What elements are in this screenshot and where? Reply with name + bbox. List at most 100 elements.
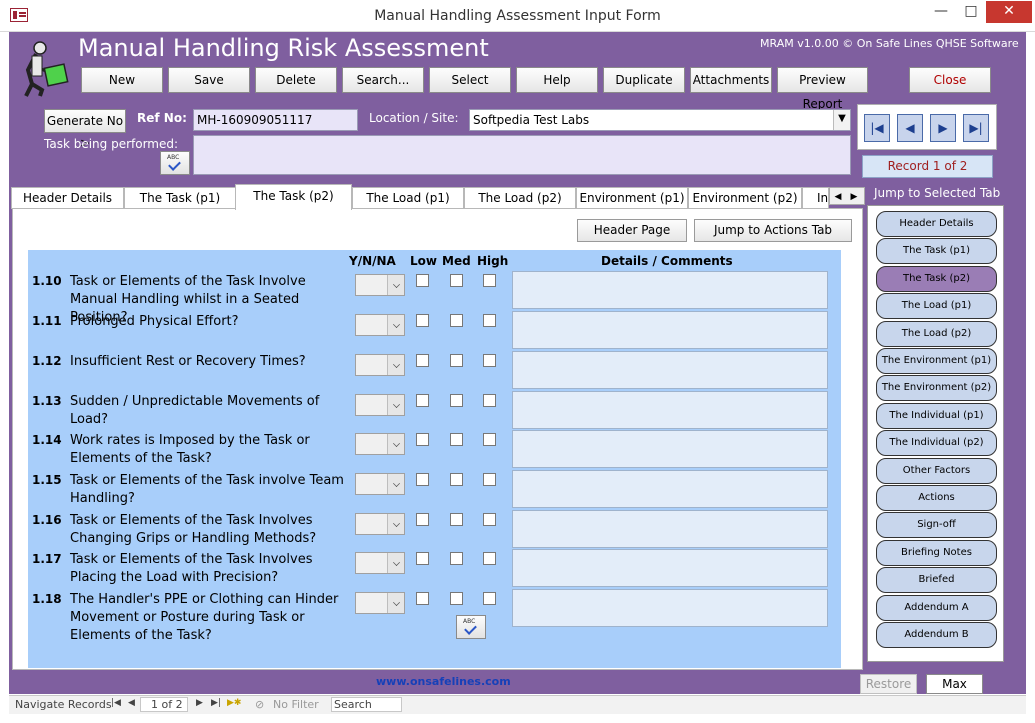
tab-environment-p2[interactable]: Environment (p2) [688, 187, 802, 209]
next-record-nav-icon[interactable]: ▶ [196, 698, 203, 708]
high-checkbox[interactable] [483, 274, 496, 287]
jump-button[interactable]: Other Factors [876, 457, 997, 484]
high-checkbox[interactable] [483, 513, 496, 526]
select-button[interactable]: Select [429, 67, 511, 93]
low-checkbox[interactable] [416, 394, 429, 407]
low-checkbox[interactable] [416, 592, 429, 605]
details-comments-field[interactable] [512, 549, 828, 587]
generate-no-button[interactable]: Generate No > [44, 109, 126, 150]
med-checkbox[interactable] [450, 354, 463, 367]
jump-button[interactable]: The Load (p2) [876, 320, 997, 347]
tab-task-p2[interactable]: The Task (p2) [235, 184, 352, 210]
jump-button[interactable]: Header Details [876, 211, 997, 237]
chevron-down-icon[interactable] [393, 401, 400, 408]
details-comments-field[interactable] [512, 470, 828, 508]
low-checkbox[interactable] [416, 513, 429, 526]
tab-environment-p1[interactable]: Environment (p1) [576, 187, 688, 209]
chevron-down-icon[interactable] [393, 559, 400, 566]
med-checkbox[interactable] [450, 394, 463, 407]
tab-load-p1[interactable]: The Load (p1) [352, 187, 464, 209]
first-record-icon[interactable]: |◀ [864, 114, 890, 142]
prev-record-nav-icon[interactable]: ◀ [128, 698, 135, 708]
tab-scroll-right-icon[interactable]: ▶ [846, 189, 862, 205]
maximize-button[interactable]: □ [956, 1, 986, 23]
med-checkbox[interactable] [450, 314, 463, 327]
close-window-button[interactable]: ✕ [986, 1, 1032, 23]
low-checkbox[interactable] [416, 354, 429, 367]
med-checkbox[interactable] [450, 513, 463, 526]
jump-button[interactable]: Briefed [876, 567, 997, 594]
low-checkbox[interactable] [416, 473, 429, 486]
details-comments-field[interactable] [512, 351, 828, 389]
low-checkbox[interactable] [416, 552, 429, 565]
details-comments-field[interactable] [512, 510, 828, 548]
ref-no-field[interactable]: MH-160909051117 [193, 109, 358, 131]
yn-na-select[interactable] [355, 433, 405, 455]
chevron-down-icon[interactable] [393, 321, 400, 328]
jump-button[interactable]: The Individual (p1) [876, 402, 997, 429]
high-checkbox[interactable] [483, 552, 496, 565]
jump-button[interactable]: Briefing Notes [876, 539, 997, 566]
jump-button[interactable]: Addendum B [876, 622, 997, 648]
details-comments-field[interactable] [512, 589, 828, 627]
chevron-down-icon[interactable] [393, 361, 400, 368]
tab-load-p2[interactable]: The Load (p2) [464, 187, 576, 209]
chevron-down-icon[interactable] [393, 440, 400, 447]
header-page-button[interactable]: Header Page [577, 219, 687, 242]
preview-report-button[interactable]: Preview Report [777, 67, 868, 111]
spellcheck-icon[interactable]: ABC [160, 151, 190, 175]
close-button[interactable]: Close [909, 67, 991, 93]
high-checkbox[interactable] [483, 394, 496, 407]
low-checkbox[interactable] [416, 433, 429, 446]
task-field[interactable] [193, 135, 851, 175]
med-checkbox[interactable] [450, 473, 463, 486]
jump-button[interactable]: Sign-off [876, 512, 997, 539]
med-checkbox[interactable] [450, 592, 463, 605]
high-checkbox[interactable] [483, 314, 496, 327]
chevron-down-icon[interactable] [393, 520, 400, 527]
attachments-button[interactable]: Attachments [690, 67, 772, 93]
yn-na-select[interactable] [355, 274, 405, 296]
jump-button[interactable]: The Environment (p2) [876, 375, 997, 402]
yn-na-select[interactable] [355, 314, 405, 336]
med-checkbox[interactable] [450, 433, 463, 446]
yn-na-select[interactable] [355, 394, 405, 416]
tab-scroll-left-icon[interactable]: ◀ [830, 189, 846, 205]
tab-task-p1[interactable]: The Task (p1) [124, 187, 236, 209]
low-checkbox[interactable] [416, 314, 429, 327]
high-checkbox[interactable] [483, 473, 496, 486]
yn-na-select[interactable] [355, 473, 405, 495]
jump-button[interactable]: The Individual (p2) [876, 430, 997, 457]
no-filter-label[interactable]: No Filter [273, 698, 319, 711]
website-link[interactable]: www.onsafelines.com [376, 675, 511, 688]
chevron-down-icon[interactable]: ▼ [833, 110, 850, 130]
high-checkbox[interactable] [483, 433, 496, 446]
tab-header-details[interactable]: Header Details [11, 187, 124, 209]
chevron-down-icon[interactable] [393, 599, 400, 606]
med-checkbox[interactable] [450, 274, 463, 287]
last-record-icon[interactable]: ▶| [963, 114, 989, 142]
jump-button[interactable]: The Task (p2) [876, 265, 997, 292]
max-button[interactable]: Max [926, 674, 983, 694]
yn-na-select[interactable] [355, 552, 405, 574]
details-comments-field[interactable] [512, 391, 828, 429]
yn-na-select[interactable] [355, 592, 405, 614]
new-record-nav-icon[interactable]: ▶✱ [227, 698, 241, 708]
jump-to-actions-button[interactable]: Jump to Actions Tab [694, 219, 852, 242]
yn-na-select[interactable] [355, 513, 405, 535]
help-button[interactable]: Help [516, 67, 598, 93]
search-button[interactable]: Search... [342, 67, 424, 93]
high-checkbox[interactable] [483, 354, 496, 367]
yn-na-select[interactable] [355, 354, 405, 376]
chevron-down-icon[interactable] [393, 281, 400, 288]
tab-individual-partial[interactable]: In [802, 187, 829, 209]
previous-record-icon[interactable]: ◀ [897, 114, 923, 142]
jump-button[interactable]: The Environment (p1) [876, 348, 997, 374]
last-record-nav-icon[interactable]: ▶| [211, 698, 221, 708]
details-comments-field[interactable] [512, 271, 828, 309]
delete-button[interactable]: Delete [255, 67, 337, 93]
med-checkbox[interactable] [450, 552, 463, 565]
low-checkbox[interactable] [416, 274, 429, 287]
duplicate-button[interactable]: Duplicate [603, 67, 685, 93]
location-select[interactable]: Softpedia Test Labs ▼ [469, 109, 851, 131]
